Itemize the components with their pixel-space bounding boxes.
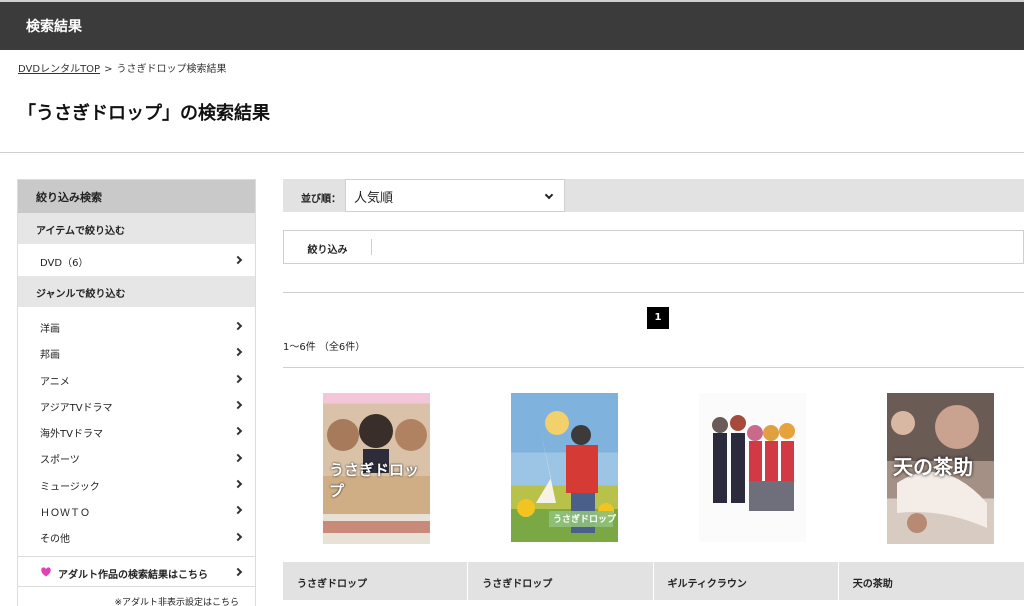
chevron-right-icon	[233, 255, 243, 265]
sidebar-item-genre[interactable]: 洋画	[18, 313, 255, 339]
sidebar-item-genre[interactable]: 海外TVドラマ	[18, 418, 255, 444]
header-bar: 検索結果	[0, 0, 1024, 50]
sort-label: 並び順：	[301, 194, 341, 205]
sidebar-item-label: ミュージック	[40, 481, 100, 493]
product-title-link[interactable]: ギルティクラウン	[654, 562, 839, 600]
cover-art	[712, 415, 795, 511]
sidebar: 絞り込み検索 アイテムで絞り込む DVD（6） ジャンルで絞り込む 洋画 邦画 …	[17, 179, 256, 606]
sidebar-item-genre[interactable]: その他	[18, 523, 255, 549]
product-cover-image[interactable]: うさぎドロップ	[323, 393, 430, 544]
filter-button[interactable]: 絞り込み	[284, 239, 372, 256]
cover-title: 天の茶助	[893, 455, 973, 479]
product-title-link[interactable]: うさぎドロップ	[468, 562, 654, 600]
sort-bar: 並び順： 人気順	[283, 179, 1024, 212]
sidebar-item-label: スポーツ	[40, 455, 80, 467]
page-title: 「うさぎドロップ」の検索結果	[18, 103, 270, 124]
adult-results-label: アダルト作品の検索結果はこちら	[58, 569, 208, 581]
breadcrumb-home-link[interactable]: DVDレンタルTOP	[18, 64, 100, 75]
sidebar-item-label: アニメ	[40, 376, 70, 388]
chevron-right-icon	[233, 567, 243, 576]
breadcrumb: DVDレンタルTOP > うさぎドロップ検索結果	[18, 60, 226, 75]
product-cover-image[interactable]: 天の茶助	[887, 393, 994, 544]
pagination-page-1[interactable]: 1	[647, 307, 669, 329]
sidebar-item-genre[interactable]: ＨＯＷＴＯ	[18, 497, 255, 523]
result-count: 1〜6件 （全6件）	[283, 342, 366, 353]
sidebar-item-genre[interactable]: 邦画	[18, 339, 255, 365]
breadcrumb-current: うさぎドロップ検索結果	[116, 64, 227, 75]
sidebar-item-genre[interactable]: スポーツ	[18, 444, 255, 470]
product-title-row: うさぎドロップ うさぎドロップ ギルティクラウン 天の茶助	[283, 562, 1024, 600]
sidebar-genre-section: ジャンルで絞り込む	[18, 276, 255, 307]
chevron-right-icon	[233, 505, 243, 515]
adult-settings-link[interactable]: ※アダルト非表示設定はこちら	[18, 585, 255, 606]
sidebar-item-label: アジアTVドラマ	[40, 402, 113, 414]
chevron-right-icon	[233, 400, 243, 410]
sort-select[interactable]: 人気順	[345, 179, 565, 212]
chevron-right-icon	[233, 479, 243, 489]
chevron-right-icon	[233, 427, 243, 436]
sidebar-item-genre[interactable]: アジアTVドラマ	[18, 392, 255, 418]
divider	[0, 152, 1024, 153]
chevron-down-icon	[544, 190, 554, 200]
divider	[283, 292, 1024, 293]
sidebar-item-genre[interactable]: ミュージック	[18, 471, 255, 497]
sidebar-item-label: 海外TVドラマ	[40, 429, 103, 441]
chevron-right-icon	[233, 374, 243, 383]
heart-icon	[41, 567, 51, 577]
product-title-link[interactable]: うさぎドロップ	[283, 562, 469, 600]
chevron-right-icon	[233, 453, 243, 462]
sidebar-item-label: ＨＯＷＴＯ	[40, 508, 90, 520]
chevron-right-icon	[233, 321, 243, 331]
sidebar-item-label: 洋画	[40, 324, 60, 335]
product-cover-image[interactable]	[699, 393, 806, 542]
sidebar-item-label: その他	[40, 534, 70, 546]
header-title: 検索結果	[26, 19, 82, 35]
sort-selected-value: 人気順	[354, 191, 394, 206]
sidebar-heading: 絞り込み検索	[18, 180, 255, 213]
breadcrumb-separator: >	[104, 64, 113, 75]
sidebar-item-label: 邦画	[40, 350, 60, 362]
sidebar-item-label: DVD（6）	[40, 258, 89, 269]
sidebar-item-genre[interactable]: アニメ	[18, 366, 255, 392]
product-title-link[interactable]: 天の茶助	[839, 562, 1024, 600]
filter-bar: 絞り込み	[283, 230, 1024, 264]
cover-title: うさぎドロップ	[329, 461, 420, 500]
chevron-right-icon	[233, 532, 243, 541]
adult-results-link[interactable]: アダルト作品の検索結果はこちら	[18, 555, 255, 586]
chevron-right-icon	[233, 348, 243, 357]
product-cover-image[interactable]: うさぎドロップ	[511, 393, 618, 542]
divider	[283, 367, 1024, 368]
sidebar-item-dvd[interactable]: DVD（6）	[18, 244, 255, 276]
sidebar-item-section: アイテムで絞り込む	[18, 213, 255, 244]
cover-title: うさぎドロップ	[553, 515, 617, 525]
